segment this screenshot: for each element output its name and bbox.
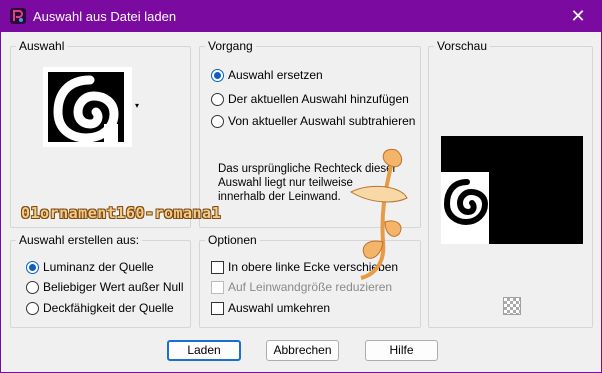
transparency-checker-icon[interactable] xyxy=(503,297,521,315)
radio-button[interactable] xyxy=(26,301,39,315)
checkbox[interactable] xyxy=(211,301,224,315)
laden-button[interactable]: Laden xyxy=(167,340,241,361)
checkbox xyxy=(211,280,224,294)
radio-button[interactable] xyxy=(26,280,39,294)
radio-luminanz[interactable]: Luminanz der Quelle xyxy=(26,260,154,274)
check-leinwandgroesse: Auf Leinwandgröße reduzieren xyxy=(211,280,392,294)
group-auswahl: Auswahl ▾ xyxy=(10,39,191,228)
group-title-auswahl: Auswahl xyxy=(16,39,68,53)
checkbox[interactable] xyxy=(211,260,224,274)
thumbnail-dropdown-icon[interactable]: ▾ xyxy=(135,101,139,110)
paint-shop-pro-icon xyxy=(10,8,26,24)
window-title: Auswahl aus Datei laden xyxy=(33,9,177,24)
radio-label: Deckfähigkeit der Quelle xyxy=(43,301,174,315)
radio-label: Luminanz der Quelle xyxy=(43,260,154,274)
radio-button[interactable] xyxy=(211,68,224,82)
radio-auswahl-ersetzen[interactable]: Auswahl ersetzen xyxy=(211,68,323,82)
vorschau-selection-area xyxy=(441,172,489,244)
close-icon: ✕ xyxy=(570,6,586,26)
ornament-thumbnail-image xyxy=(53,75,119,143)
abbrechen-button[interactable]: Abbrechen xyxy=(266,340,339,361)
group-title-vorschau: Vorschau xyxy=(434,39,491,53)
radio-label: Beliebiger Wert außer Null xyxy=(43,280,184,294)
radio-label: Von aktueller Auswahl subtrahieren xyxy=(228,114,416,128)
dialog-body: Auswahl ▾ Vorgang Auswahl ersetzen Der a… xyxy=(1,32,601,372)
radio-label: Auswahl ersetzen xyxy=(228,68,323,82)
radio-auswahl-hinzufuegen[interactable]: Der aktuellen Auswahl hinzufügen xyxy=(211,92,409,106)
close-button[interactable]: ✕ xyxy=(555,1,601,32)
vorschau-canvas xyxy=(441,136,583,244)
check-auswahl-umkehren[interactable]: Auswahl umkehren xyxy=(211,301,330,315)
hilfe-button[interactable]: Hilfe xyxy=(365,340,438,361)
checkbox-label: Auswahl umkehren xyxy=(228,301,331,315)
radio-button[interactable] xyxy=(211,114,224,128)
radio-deckfaehigkeit[interactable]: Deckfähigkeit der Quelle xyxy=(26,301,174,315)
radio-button[interactable] xyxy=(26,260,39,274)
group-title-optionen: Optionen xyxy=(205,233,260,247)
radio-beliebiger-wert[interactable]: Beliebiger Wert außer Null xyxy=(26,280,184,294)
radio-auswahl-subtrahieren[interactable]: Von aktueller Auswahl subtrahieren xyxy=(211,114,415,128)
dialog-window: Auswahl aus Datei laden ✕ Auswahl ▾ Vorg… xyxy=(0,0,602,373)
radio-label: Der aktuellen Auswahl hinzufügen xyxy=(228,92,409,106)
radio-button[interactable] xyxy=(211,92,224,106)
title-bar: Auswahl aus Datei laden ✕ xyxy=(1,1,601,32)
tube-watermark-ornament xyxy=(349,148,408,280)
watermark-filename: 01ornament160-romana1 xyxy=(21,204,222,222)
ornament-preview-image xyxy=(443,179,489,226)
selection-thumbnail[interactable] xyxy=(43,67,132,147)
group-title-vorgang: Vorgang xyxy=(205,39,256,53)
group-title-erstellen: Auswahl erstellen aus: xyxy=(16,233,143,247)
checkbox-label: Auf Leinwandgröße reduzieren xyxy=(228,280,393,294)
